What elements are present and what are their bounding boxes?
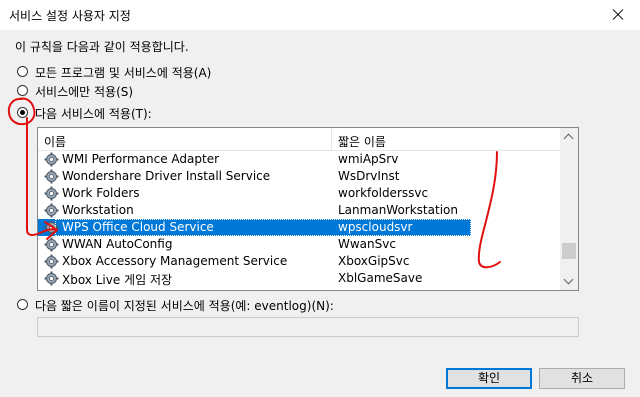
column-divider[interactable]: [331, 128, 332, 150]
vertical-scrollbar[interactable]: [560, 128, 578, 290]
service-gear-icon: [44, 254, 59, 269]
column-header-name[interactable]: 이름: [44, 133, 66, 150]
service-gear-icon: [44, 169, 59, 184]
radio-services-only[interactable]: [17, 85, 28, 96]
scroll-up-arrow[interactable]: [560, 128, 578, 145]
service-short-name: XblGameSave: [338, 271, 423, 285]
service-name: Workstation: [62, 203, 134, 217]
service-short-name: LanmanWorkstation: [338, 203, 458, 217]
list-item[interactable]: WPS Office Cloud Service wpscloudsvr: [38, 219, 471, 236]
service-gear-icon: [44, 237, 59, 252]
service-name: WMI Performance Adapter: [62, 152, 220, 166]
service-name: Xbox Accessory Management Service: [62, 254, 288, 268]
label-all-programs: 모든 프로그램 및 서비스에 적용(A): [35, 66, 212, 80]
service-name: Xbox Live 게임 저장: [62, 273, 173, 287]
scroll-down-arrow[interactable]: [560, 273, 578, 290]
service-name: WPS Office Cloud Service: [62, 220, 214, 234]
list-item[interactable]: WWAN AutoConfig WwanSvc: [38, 236, 471, 253]
service-short-name: WwanSvc: [338, 237, 396, 251]
service-short-name: XboxGipSvc: [338, 254, 410, 268]
label-services-only: 서비스에만 적용(S): [35, 85, 134, 99]
radio-short-name[interactable]: [17, 299, 28, 310]
service-gear-icon: [44, 152, 59, 167]
radio-apply-service[interactable]: [17, 107, 28, 118]
service-name: WWAN AutoConfig: [62, 237, 173, 251]
radio-all-programs[interactable]: [17, 66, 28, 77]
list-item[interactable]: Wondershare Driver Install Service WsDrvI…: [38, 168, 471, 185]
list-rows: WMI Performance Adapter wmiApSrv Wondersha…: [38, 151, 560, 291]
service-short-name: workfolderssvc: [338, 186, 429, 200]
list-item[interactable]: Work Folders workfolderssvc: [38, 185, 471, 202]
list-item[interactable]: WMI Performance Adapter wmiApSrv: [38, 151, 471, 168]
instruction-text: 이 규칙을 다음과 같이 적용합니다.: [15, 40, 189, 54]
service-short-name: WsDrvInst: [338, 169, 400, 183]
list-item[interactable]: Workstation LanmanWorkstation: [38, 202, 471, 219]
title-bar: 서비스 설정 사용자 지정: [0, 0, 640, 30]
service-name: Wondershare Driver Install Service: [62, 169, 271, 183]
service-gear-icon: [44, 186, 59, 201]
ok-button[interactable]: 확인: [446, 368, 532, 389]
scroll-thumb[interactable]: [562, 243, 576, 259]
cancel-button[interactable]: 취소: [539, 368, 625, 389]
service-gear-icon: [44, 203, 59, 218]
service-gear-icon: [44, 271, 59, 286]
label-short-name: 다음 짧은 이름이 지정된 서비스에 적용(예: eventlog)(N):: [35, 299, 334, 313]
service-name: Work Folders: [62, 186, 140, 200]
service-short-name: wpscloudsvr: [338, 220, 413, 234]
label-apply-service: 다음 서비스에 적용(T):: [35, 107, 152, 121]
window-title: 서비스 설정 사용자 지정: [9, 9, 131, 23]
column-header-short-name[interactable]: 짧은 이름: [338, 133, 386, 150]
list-item[interactable]: Xbox Live 게임 저장 XblGameSave: [38, 270, 471, 287]
close-button[interactable]: [594, 0, 640, 30]
list-item[interactable]: Xbox Accessory Management Service XboxGip…: [38, 253, 471, 270]
service-short-name: wmiApSrv: [338, 152, 399, 166]
list-header: 이름 짧은 이름: [38, 128, 560, 151]
service-gear-icon: [44, 220, 59, 235]
short-name-input[interactable]: [37, 317, 579, 337]
services-listbox[interactable]: 이름 짧은 이름 WMI Performance Adapter wmiApSrv…: [37, 127, 579, 291]
